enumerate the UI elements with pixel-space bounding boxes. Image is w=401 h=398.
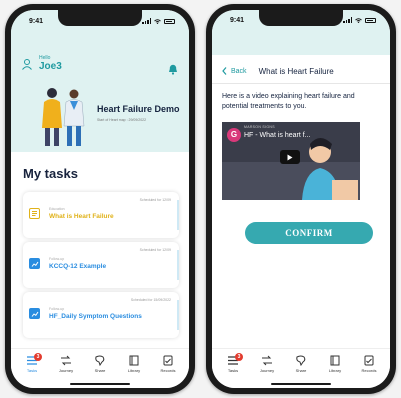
chevron-left-icon xyxy=(222,67,227,75)
notification-badge: 3 xyxy=(235,353,243,361)
home-indicator xyxy=(271,383,331,385)
phone-detail: 9:41 Back What is Heart Failure Here is … xyxy=(206,4,396,394)
tab-label: Records xyxy=(160,368,176,373)
share-icon xyxy=(296,355,306,366)
tab-label: Share xyxy=(295,368,307,373)
dashboard-screen: 9:41 Hello Joe3 Heart Failure Demo Start… xyxy=(11,10,189,388)
chart-icon xyxy=(29,308,40,319)
task-card[interactable]: Scheduled for 15/09/2022 Follow-up HF_Da… xyxy=(23,292,179,338)
task-card[interactable]: Scheduled for 12/09 Follow-up KCCQ-12 Ex… xyxy=(23,242,179,288)
program-subtitle: Start of Heart map : 29/09/2022 xyxy=(97,118,147,122)
user-greeting[interactable]: Hello Joe3 xyxy=(21,55,62,72)
tab-label: Tasks xyxy=(227,368,239,373)
tab-label: Journey xyxy=(259,368,275,373)
records-icon xyxy=(163,355,173,366)
tab-label: Tasks xyxy=(26,368,38,373)
task-card[interactable]: Scheduled for 12/09 Education What is He… xyxy=(23,192,179,238)
channel-name: MARSON SIGNS xyxy=(244,125,275,129)
home-indicator xyxy=(70,383,130,385)
notification-badge: 3 xyxy=(34,353,42,361)
tab-label: Journey xyxy=(58,368,74,373)
user-name: Joe3 xyxy=(39,61,62,72)
task-name: What is Heart Failure xyxy=(49,213,114,220)
tasks-heading: My tasks xyxy=(23,166,78,181)
signal-icon xyxy=(343,17,352,23)
back-button[interactable]: Back xyxy=(222,67,247,75)
phone-notch xyxy=(259,10,343,26)
tab-bar: 3 Tasks Journey Share Library Records xyxy=(212,348,390,388)
status-icons xyxy=(142,18,175,24)
signal-icon xyxy=(142,18,151,24)
library-icon xyxy=(129,355,139,366)
task-date: Scheduled for 15/09/2022 xyxy=(130,298,171,302)
tab-records[interactable]: Records xyxy=(354,355,384,388)
battery-icon xyxy=(365,17,376,23)
phone-notch xyxy=(58,10,142,26)
status-time: 9:41 xyxy=(230,17,245,24)
journey-icon xyxy=(262,355,272,366)
confirm-button[interactable]: CONFIRM xyxy=(245,222,373,244)
page-title: What is Heart Failure xyxy=(258,66,334,76)
tab-label: Library xyxy=(127,368,141,373)
tab-records[interactable]: Records xyxy=(153,355,183,388)
channel-avatar: G xyxy=(227,128,241,142)
play-icon xyxy=(287,154,293,160)
task-name: HF_Daily Symptom Questions xyxy=(49,313,142,320)
tab-label: Share xyxy=(94,368,106,373)
tab-tasks[interactable]: 3 Tasks xyxy=(17,353,47,388)
back-label: Back xyxy=(231,67,247,75)
records-icon xyxy=(364,355,374,366)
status-icons xyxy=(343,17,376,23)
program-title: Heart Failure Demo xyxy=(97,104,180,114)
phone-dashboard: 9:41 Hello Joe3 Heart Failure Demo Start… xyxy=(5,4,195,394)
divider xyxy=(212,83,390,84)
detail-screen: 9:41 Back What is Heart Failure Here is … xyxy=(212,10,390,388)
bell-icon[interactable] xyxy=(168,62,178,80)
tab-label: Records xyxy=(361,368,377,373)
share-icon xyxy=(95,355,105,366)
doctors-illustration-icon xyxy=(42,88,85,146)
video-title: HF - What is heart f... xyxy=(244,132,311,139)
battery-icon xyxy=(164,18,175,24)
intro-text: Here is a video explaining heart failure… xyxy=(222,93,355,110)
play-button[interactable] xyxy=(280,150,300,164)
video-player[interactable]: G MARSON SIGNS HF - What is heart f... xyxy=(222,122,360,200)
tab-label: Library xyxy=(328,368,342,373)
task-date: Scheduled for 12/09 xyxy=(139,198,171,202)
chart-icon xyxy=(29,258,40,269)
wifi-icon xyxy=(355,17,362,23)
task-kind: Education xyxy=(49,207,65,211)
task-date: Scheduled for 12/09 xyxy=(139,248,171,252)
task-kind: Follow-up xyxy=(49,307,65,311)
nav-bar: Back What is Heart Failure xyxy=(212,60,390,82)
tab-bar: 3 Tasks Journey Share Library Records xyxy=(11,348,189,388)
journey-icon xyxy=(61,355,71,366)
user-icon xyxy=(21,58,33,70)
document-icon xyxy=(29,208,40,219)
task-name: KCCQ-12 Example xyxy=(49,263,107,270)
wifi-icon xyxy=(154,18,161,24)
library-icon xyxy=(330,355,340,366)
status-time: 9:41 xyxy=(29,17,44,25)
task-kind: Follow-up xyxy=(49,257,65,261)
tab-tasks[interactable]: 3 Tasks xyxy=(218,353,248,388)
